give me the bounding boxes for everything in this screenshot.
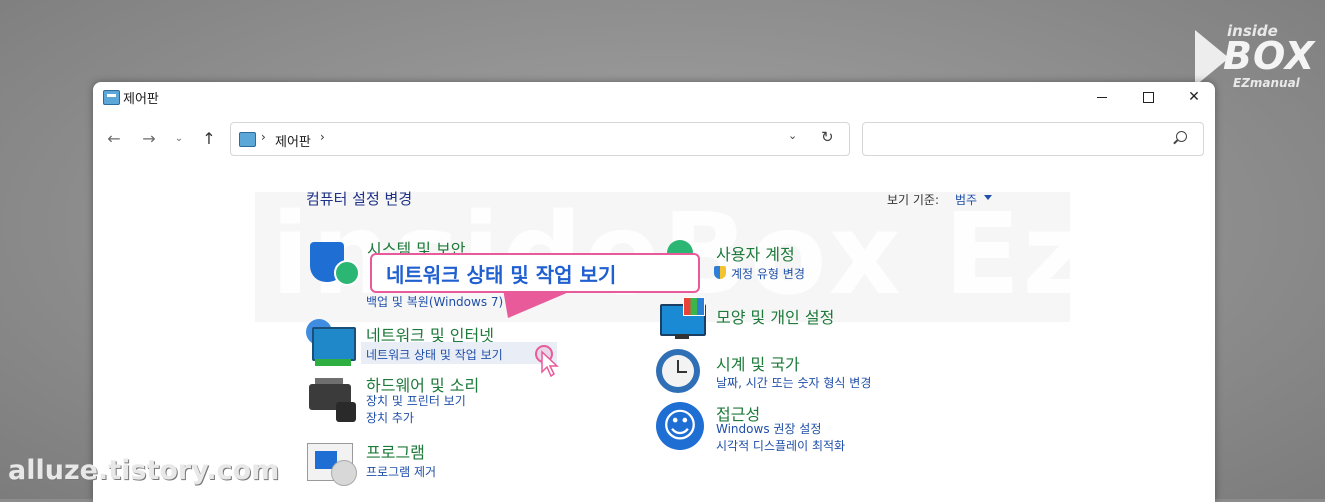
- callout-text: 네트워크 상태 및 작업 보기: [386, 263, 617, 287]
- search-box[interactable]: [862, 122, 1204, 156]
- mouse-cursor-icon: [541, 350, 559, 378]
- network-monitor-base-icon: [315, 359, 351, 366]
- link-add-device[interactable]: 장치 추가: [366, 409, 414, 426]
- close-button[interactable]: ✕: [1171, 82, 1215, 112]
- view-by-dropdown[interactable]: 범주: [955, 191, 977, 208]
- view-by-label: 보기 기준:: [887, 193, 940, 207]
- control-panel-window: 제어판 ✕ ← → ⌄ ↑ › 제어판 › ⌄ ↻ insideBox Ezma…: [93, 82, 1215, 502]
- maximize-button[interactable]: [1125, 82, 1171, 112]
- link-uninstall-program[interactable]: 프로그램 제거: [366, 463, 436, 480]
- link-change-account-type[interactable]: 계정 유형 변경: [731, 265, 805, 282]
- category-user-accounts[interactable]: 사용자 계정: [716, 241, 795, 265]
- logo-main-text: BOX: [1223, 34, 1316, 78]
- accessibility-icon[interactable]: ☺: [656, 402, 704, 450]
- link-windows-recommended[interactable]: Windows 권장 설정: [716, 420, 821, 437]
- uac-shield-icon: [714, 266, 726, 279]
- minimize-icon: [1097, 96, 1107, 98]
- refresh-icon[interactable]: ↻: [821, 128, 834, 146]
- callout-pointer: [503, 289, 576, 318]
- link-date-time-format[interactable]: 날짜, 시간 또는 숫자 형식 변경: [716, 374, 871, 391]
- logo-sub-text: EZmanual: [1233, 76, 1300, 90]
- category-appearance[interactable]: 모양 및 개인 설정: [716, 304, 834, 328]
- link-optimize-display[interactable]: 시각적 디스플레이 최적화: [716, 437, 845, 454]
- minimize-button[interactable]: [1079, 82, 1125, 112]
- address-dropdown-icon[interactable]: ⌄: [788, 129, 797, 142]
- maximize-icon: [1142, 91, 1154, 103]
- close-icon: ✕: [1188, 89, 1200, 105]
- site-watermark: alluze.tistory.com: [8, 455, 280, 486]
- link-devices-printers[interactable]: 장치 및 프린터 보기: [366, 392, 466, 409]
- search-icon: [1176, 131, 1187, 142]
- clock-minute-hand-icon: [677, 371, 687, 373]
- annotation-callout: 네트워크 상태 및 작업 보기: [370, 253, 700, 293]
- view-by-caret-icon[interactable]: [984, 195, 992, 200]
- category-programs[interactable]: 프로그램: [366, 439, 425, 463]
- disc-icon: [331, 460, 357, 486]
- category-clock-region[interactable]: 시계 및 국가: [716, 351, 800, 375]
- link-network-status[interactable]: 네트워크 상태 및 작업 보기: [366, 346, 503, 363]
- speaker-icon: [336, 402, 356, 422]
